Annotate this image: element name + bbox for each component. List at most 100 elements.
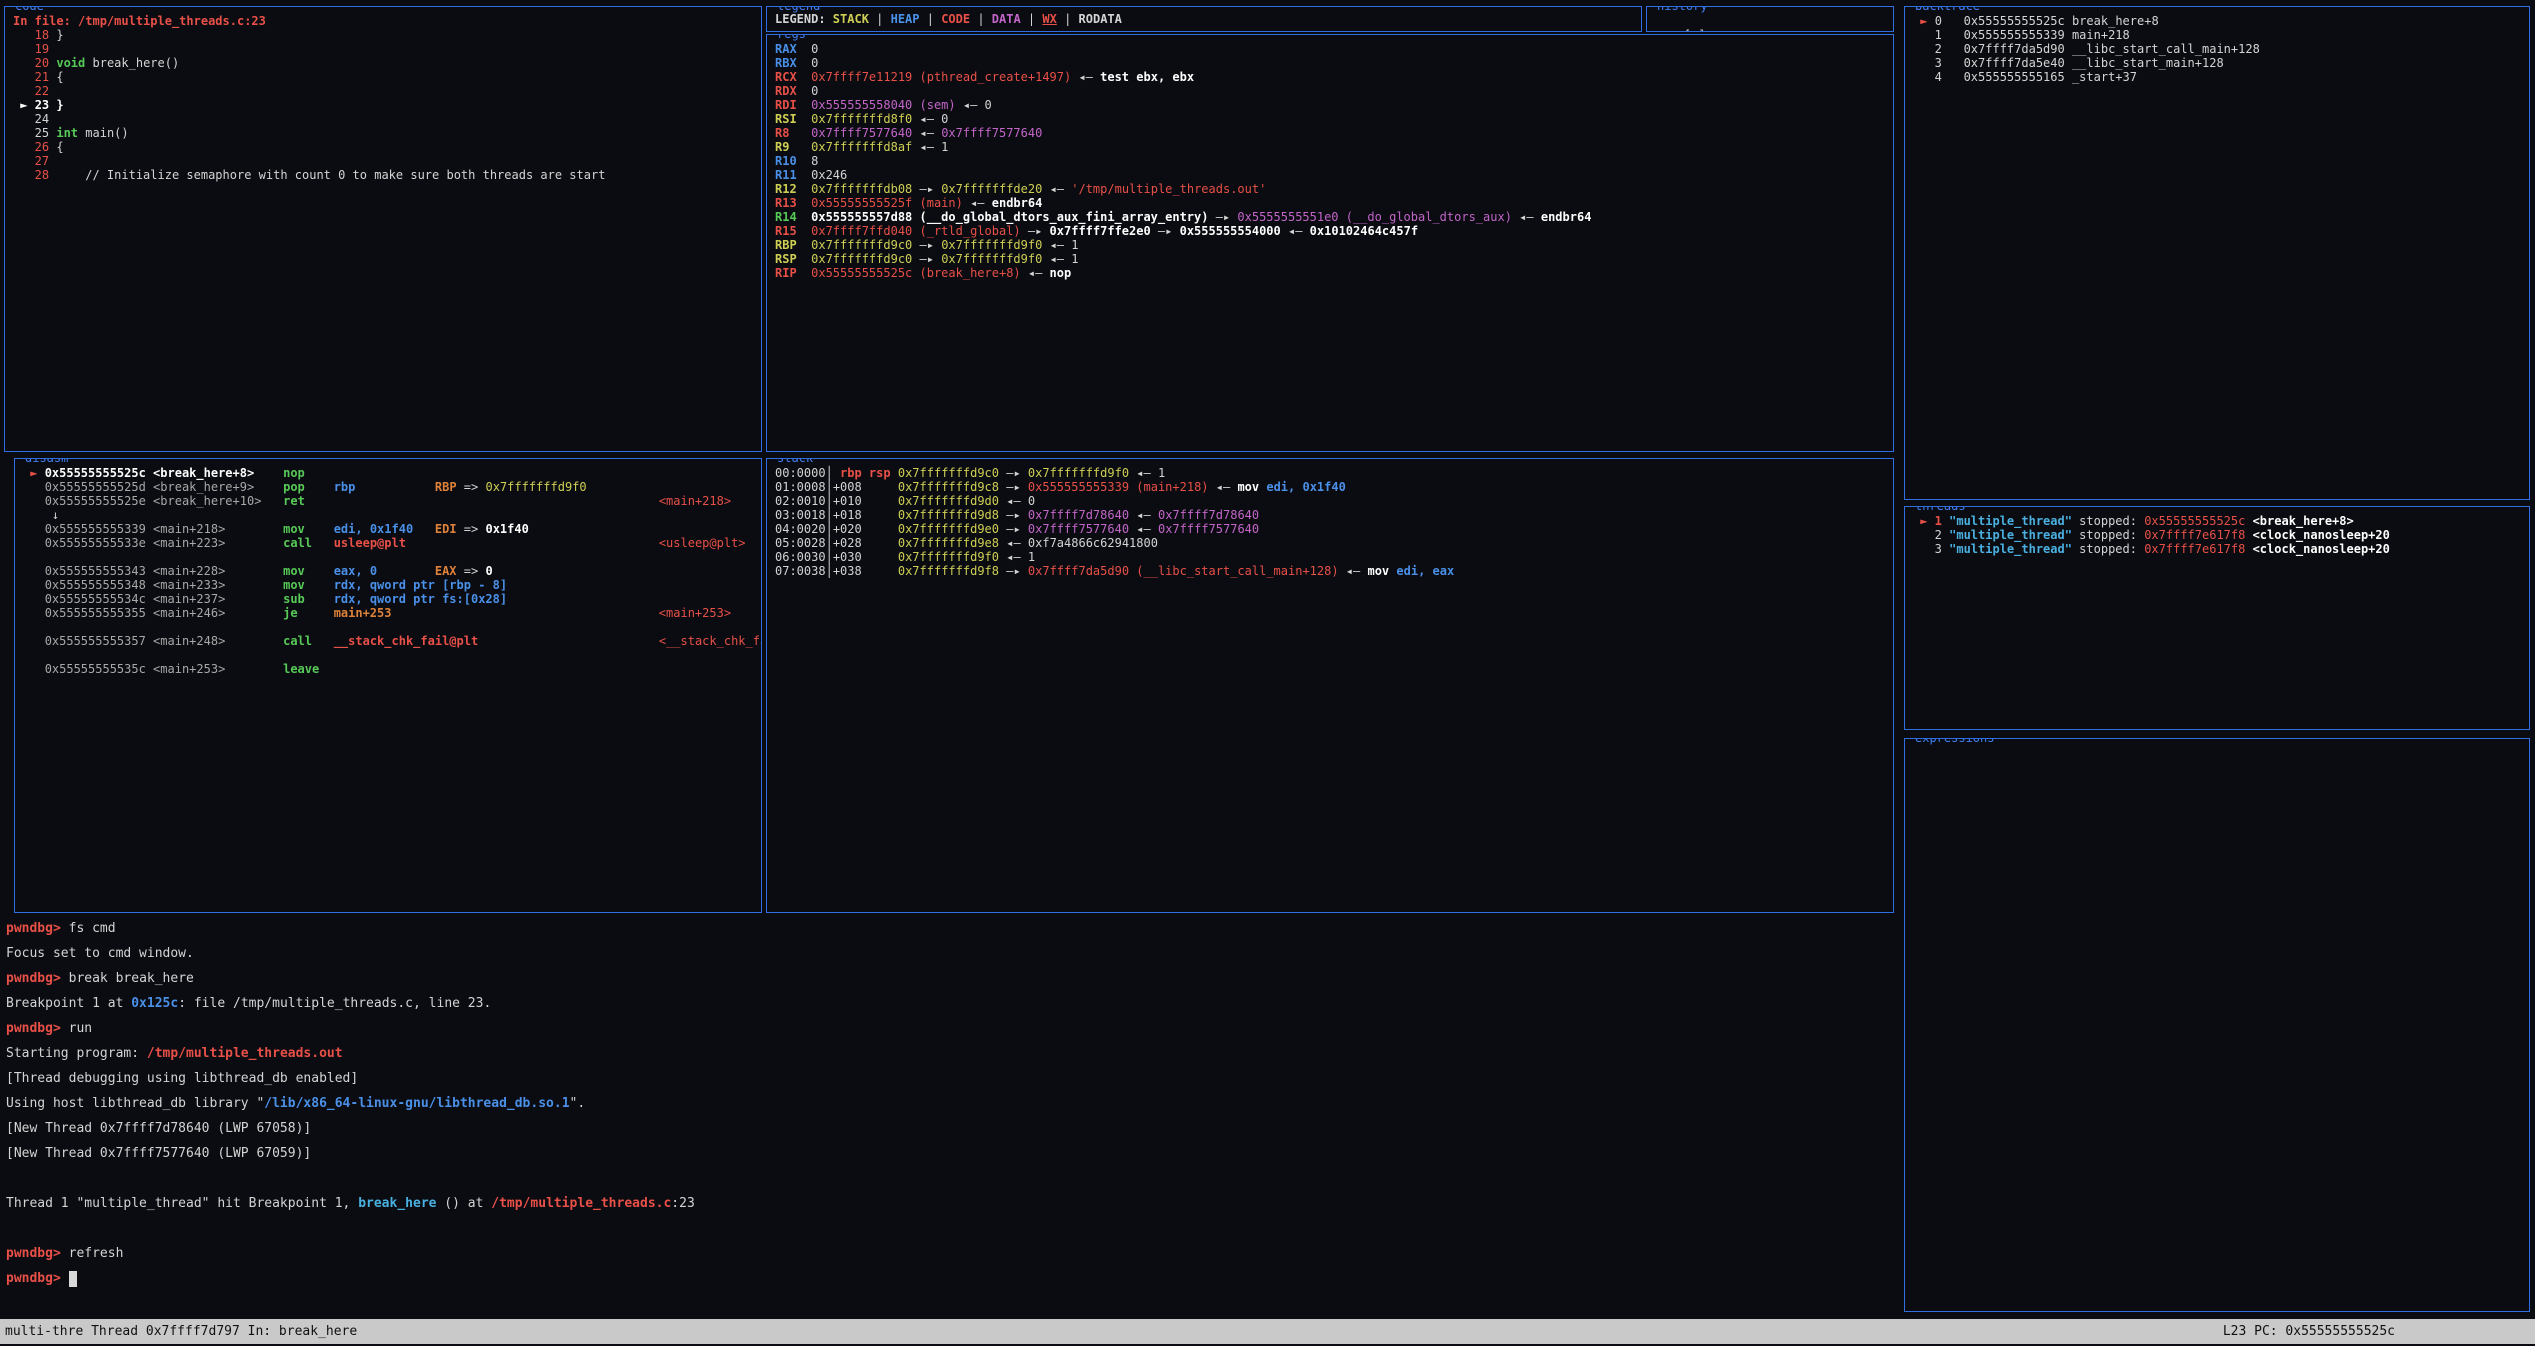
text-segment: 0x7fffffffd9c0 [898, 466, 999, 480]
terminal-line: Thread 1 "multiple_thread" hit Breakpoin… [6, 1191, 1886, 1216]
text-segment: 0x7ffff7577640 [1028, 522, 1129, 536]
history-back-button[interactable]: [←] [1684, 28, 1706, 32]
stack-row: 01:0008│+008 0x7fffffffd9c8 —▸ 0x5555555… [775, 480, 1885, 494]
text-segment: 0 [485, 564, 492, 578]
source-line: 20 void break_here() [13, 56, 753, 70]
backtrace-frame: 3 0x7ffff7da5e40 __libc_start_main+128 [1913, 56, 2521, 70]
text-segment: 22 [13, 84, 49, 98]
text-segment: 0x55555555535c <main+253> [45, 662, 226, 676]
backtrace-frame: 2 0x7ffff7da5d90 __libc_start_call_main+… [1913, 42, 2521, 56]
text-segment [305, 592, 334, 606]
text-segment [305, 578, 334, 592]
text-segment: break_here() [85, 56, 179, 70]
disasm-line: 0x555555555348 <main+233> mov rdx, qword… [23, 578, 753, 592]
text-segment: +008 [833, 480, 862, 494]
disasm-line: 0x55555555533e <main+223> call usleep@pl… [23, 536, 753, 550]
text-segment [261, 494, 283, 508]
text-segment: fs cmd [69, 921, 116, 936]
text-segment: R15 [775, 224, 811, 238]
text-segment: —▸ [1151, 224, 1180, 238]
text-segment: edi, eax [1396, 564, 1454, 578]
text-segment: LEGEND: [775, 12, 833, 26]
thread-row: 3 "multiple_thread" stopped: 0x7ffff7e61… [1913, 542, 2521, 556]
text-segment: —▸ [1021, 224, 1050, 238]
text-segment: mov [283, 564, 305, 578]
text-segment: __stack_chk_fail@plt [334, 634, 479, 648]
source-line: 28 // Initialize semaphore with count 0 … [13, 168, 753, 182]
text-segment: RIP [775, 266, 811, 280]
text-segment: ◂— 1 [999, 550, 1035, 564]
text-segment: 21 [13, 70, 56, 84]
disasm-line: 0x55555555525e <break_here+10> ret <main… [23, 494, 753, 508]
text-segment: pwndbg> [6, 921, 69, 936]
text-segment: ↓ [23, 508, 59, 522]
text-segment: 0x7ffff7da5d90 (__libc_start_call_main+1… [1028, 564, 1339, 578]
text-segment [862, 494, 898, 508]
text-segment: │ [826, 466, 840, 480]
text-segment: void [56, 56, 85, 70]
text-segment: 00:0000 [775, 466, 826, 480]
register-row: R9 0x7fffffffd8af ◂— 1 [775, 140, 1885, 154]
panel-title-history: history [1654, 6, 1711, 13]
terminal-line [6, 1216, 1886, 1241]
panel-title-threads: threads [1912, 506, 1969, 513]
text-segment: sub [283, 592, 305, 606]
disassembly-listing: ► 0x55555555525c <break_here+8> nop 0x55… [15, 459, 761, 683]
text-segment: RODATA [1079, 12, 1122, 26]
text-segment: RSP [775, 252, 811, 266]
source-line: 26 { [13, 140, 753, 154]
text-segment: ◂— [1129, 508, 1158, 522]
status-right: L23 PC: 0x55555555525c [2223, 1319, 2395, 1344]
text-segment: STACK [833, 12, 869, 26]
text-segment: ". [570, 1096, 586, 1111]
text-segment: 0x5555555551e0 (__do_global_dtors_aux) [1237, 210, 1512, 224]
text-segment: 27 [13, 154, 49, 168]
text-segment: +010 [833, 494, 862, 508]
terminal-line: Focus set to cmd window. [6, 941, 1886, 966]
text-segment: "multiple_thread" [1949, 528, 2072, 542]
text-segment: | [1021, 12, 1043, 26]
text-segment: 0x7ffff7e11219 (pthread_create+1497) [811, 70, 1071, 84]
registers-panel: regs RAX 0RBX 0RCX 0x7ffff7e11219 (pthre… [766, 34, 1894, 452]
text-segment: In file: /tmp/multiple_threads.c:23 [13, 14, 266, 28]
source-line: 19 [13, 42, 753, 56]
text-segment: ◂— [1021, 266, 1050, 280]
text-segment [891, 466, 898, 480]
text-segment: ◂— 0 [912, 112, 948, 126]
text-segment: break_here+8 [2065, 14, 2159, 28]
terminal-output[interactable]: pwndbg> fs cmdFocus set to cmd window.pw… [6, 916, 1886, 1314]
register-row: R15 0x7ffff7ffd040 (_rtld_global) —▸ 0x7… [775, 224, 1885, 238]
text-segment [355, 480, 434, 494]
text-segment: 0x7ffff7ffd040 (_rtld_global) [811, 224, 1021, 238]
register-row: RSI 0x7fffffffd8f0 ◂— 0 [775, 112, 1885, 126]
text-segment: : file [178, 996, 233, 1011]
text-segment: ► [13, 98, 35, 112]
text-segment [225, 662, 283, 676]
text-segment: nop [1050, 266, 1072, 280]
disasm-line: 0x55555555525d <break_here+9> pop rbp RB… [23, 480, 753, 494]
text-segment: __libc_start_call_main+128 [2065, 42, 2260, 56]
text-segment: 19 [13, 42, 49, 56]
text-segment: RBP [435, 480, 457, 494]
text-segment: /tmp/multiple_threads.c [233, 996, 413, 1011]
text-segment: 0x7ffff7577640 [811, 126, 912, 140]
text-segment [862, 522, 898, 536]
text-segment: usleep@plt [334, 536, 406, 550]
text-segment: 0x55555555525c [1964, 14, 2065, 28]
text-segment: 0 [1935, 14, 1949, 28]
text-segment: RSI [775, 112, 811, 126]
text-segment: ◂— [1071, 70, 1100, 84]
register-row: RBX 0 [775, 56, 1885, 70]
text-segment: CODE [941, 12, 970, 26]
threads-panel: threads ► 1 "multiple_thread" stopped: 0… [1904, 506, 2530, 730]
text-segment: ◂— [963, 196, 992, 210]
text-segment: 0x55555555533e <main+223> [45, 536, 226, 550]
status-left: multi-thre Thread 0x7ffff7d797 In: break… [0, 1324, 357, 1339]
text-segment: ◂— 1 [1129, 466, 1165, 480]
text-segment: │ [826, 536, 833, 550]
text-segment [23, 578, 45, 592]
text-segment: leave [283, 662, 319, 676]
text-segment: RDX [775, 84, 811, 98]
text-segment: R14 [775, 210, 811, 224]
text-segment: 07:0038 [775, 564, 826, 578]
